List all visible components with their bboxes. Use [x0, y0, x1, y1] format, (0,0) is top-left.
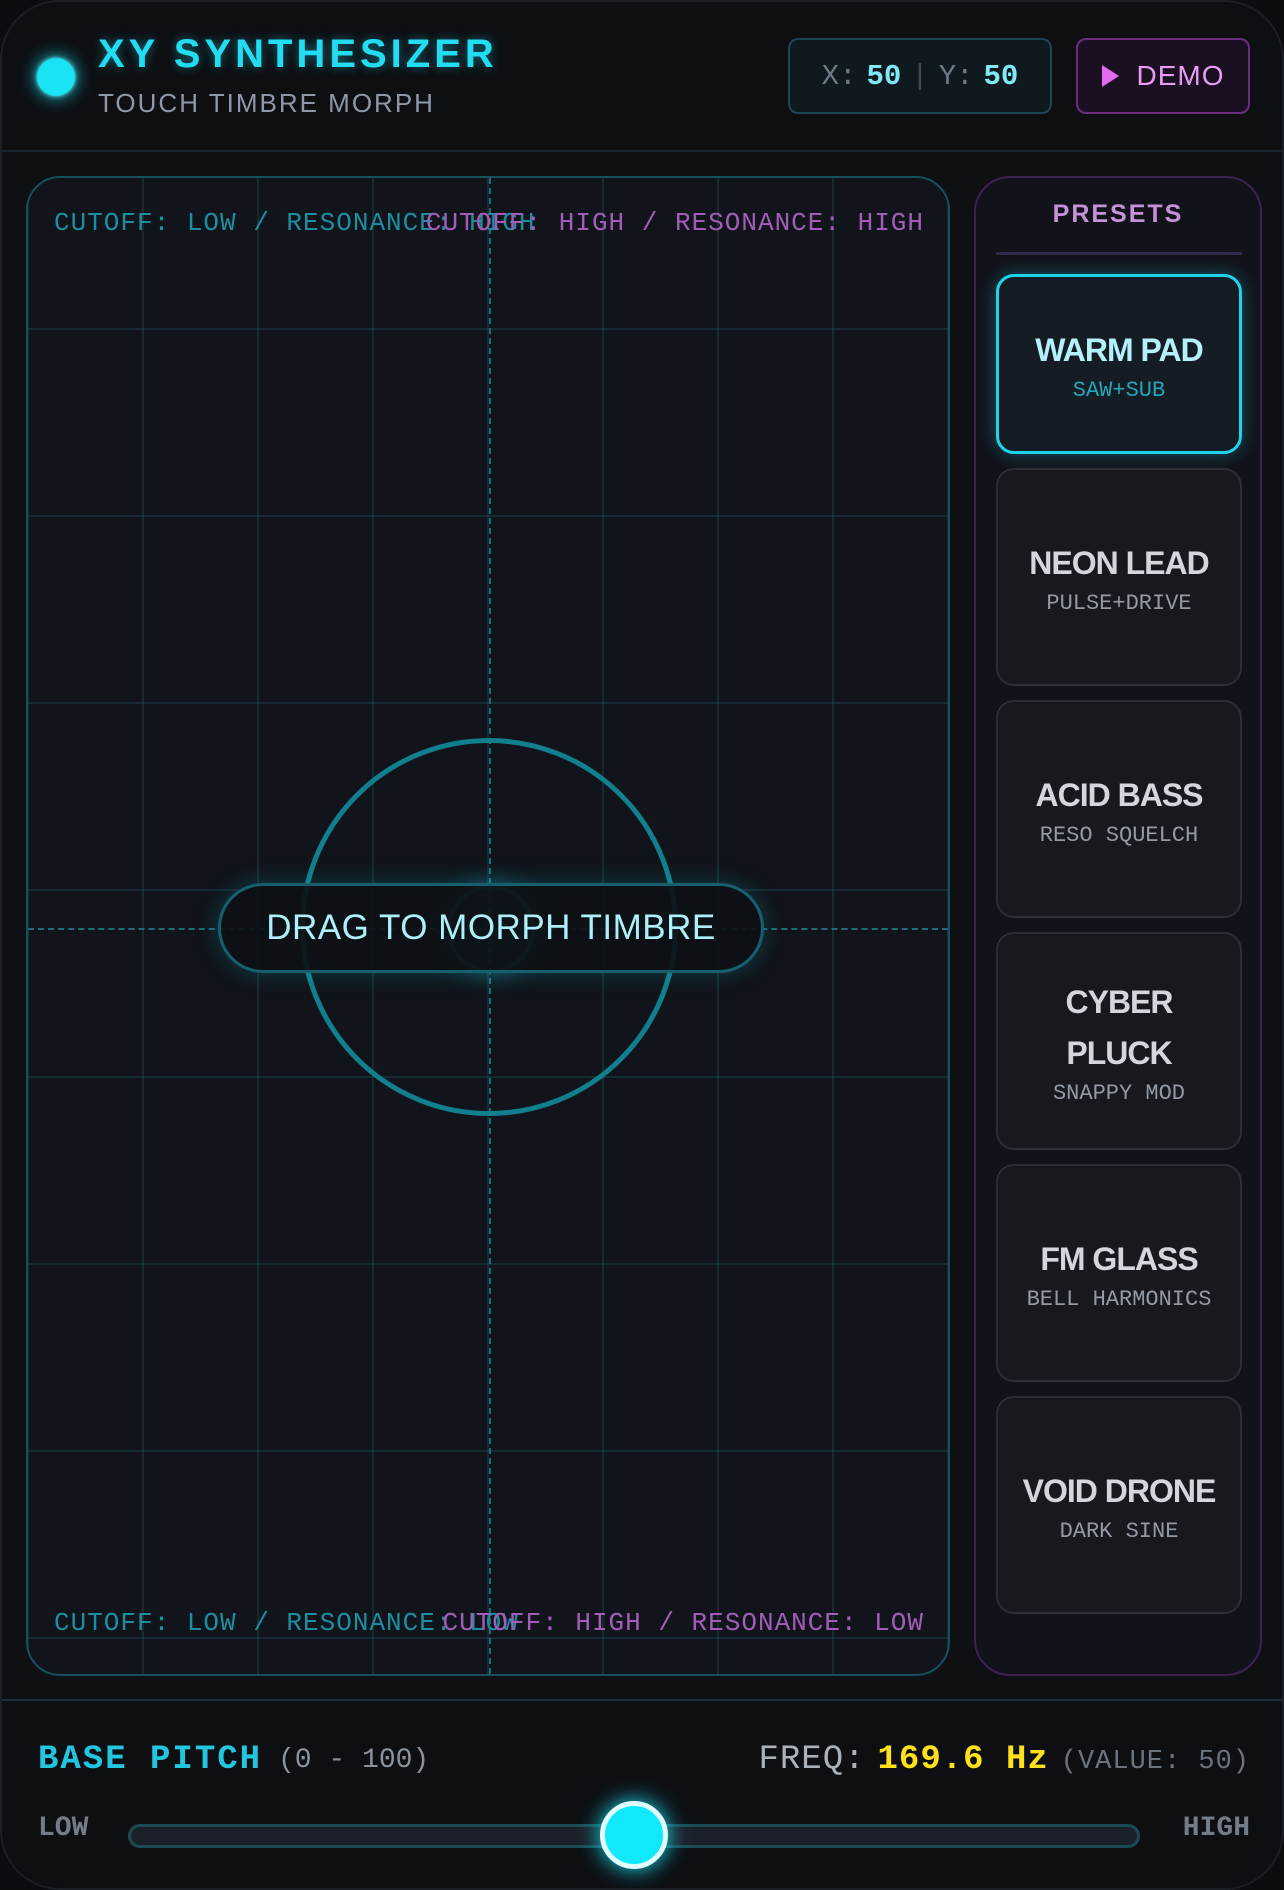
synth-app: XY SYNTHESIZER TOUCH TIMBRE MORPH X: 50 …: [0, 0, 1284, 1890]
presets-divider: [996, 252, 1242, 255]
preset-desc: SAW+SUB: [1072, 378, 1166, 403]
demo-label: DEMO: [1136, 60, 1225, 91]
preset-name: WARM PAD: [1035, 332, 1203, 368]
freq-value: 169.6 Hz: [877, 1741, 1049, 1779]
y-label: Y:: [938, 59, 974, 93]
base-pitch-label: BASE PITCH: [38, 1741, 263, 1779]
x-label: X:: [821, 59, 857, 93]
x-value: 50: [866, 59, 902, 93]
drag-hint-pill: DRAG TO MORPH TIMBRE: [218, 883, 764, 973]
presets-panel: PRESETS WARM PAD SAW+SUB NEON LEAD PULSE…: [974, 176, 1262, 1676]
pitch-control-bar: BASE PITCH (0 - 100) FREQ: 169.6 Hz (VAL…: [2, 1699, 1282, 1888]
preset-name: VOID DRONE: [1022, 1473, 1217, 1509]
preset-desc: RESO SQUELCH: [1039, 823, 1199, 848]
preset-name: ACID BASS: [1035, 777, 1203, 813]
status-indicator: [37, 58, 75, 96]
preset-void-drone[interactable]: VOID DRONE DARK SINE: [996, 1396, 1242, 1614]
freq-label: FREQ:: [758, 1741, 866, 1779]
preset-cyber-pluck[interactable]: CYBER PLUCK SNAPPY MOD: [996, 932, 1242, 1150]
presets-title: PRESETS: [1052, 200, 1184, 228]
corner-label-bottom-right: CUTOFF: HIGH / RESONANCE: LOW: [442, 1608, 924, 1638]
app-title: XY SYNTHESIZER: [98, 32, 498, 76]
pitch-slider-thumb[interactable]: [600, 1801, 668, 1869]
demo-button[interactable]: DEMO: [1076, 38, 1250, 114]
preset-warm-pad[interactable]: WARM PAD SAW+SUB: [996, 274, 1242, 454]
preset-desc: SNAPPY MOD: [1052, 1080, 1186, 1106]
preset-desc: BELL HARMONICS: [1026, 1287, 1212, 1312]
preset-neon-lead[interactable]: NEON LEAD PULSE+DRIVE: [996, 468, 1242, 686]
coord-separator: |: [911, 59, 929, 93]
slider-high-label: HIGH: [1182, 1813, 1250, 1844]
frequency-readout: FREQ: 169.6 Hz (VALUE: 50): [759, 1741, 1251, 1779]
app-subtitle: TOUCH TIMBRE MORPH: [98, 88, 435, 118]
preset-desc: PULSE+DRIVE: [1046, 591, 1192, 616]
corner-label-top-right: CUTOFF: HIGH / RESONANCE: HIGH: [425, 208, 924, 238]
pitch-range-label: (0 - 100): [278, 1745, 430, 1776]
app-header: XY SYNTHESIZER TOUCH TIMBRE MORPH X: 50 …: [2, 2, 1282, 152]
xy-touch-pad[interactable]: CUTOFF: LOW / RESONANCE: HIGH CUTOFF: HI…: [26, 176, 950, 1676]
xy-coordinate-readout: X: 50 | Y: 50: [788, 38, 1052, 114]
preset-name: CYBER PLUCK: [1065, 983, 1173, 1071]
preset-name: NEON LEAD: [1029, 545, 1209, 581]
raw-value: (VALUE: 50): [1060, 1747, 1250, 1777]
preset-fm-glass[interactable]: FM GLASS BELL HARMONICS: [996, 1164, 1242, 1382]
preset-desc: DARK SINE: [1059, 1519, 1179, 1544]
y-value: 50: [983, 59, 1019, 93]
play-icon: [1101, 65, 1119, 87]
slider-low-label: LOW: [38, 1813, 89, 1844]
preset-acid-bass[interactable]: ACID BASS RESO SQUELCH: [996, 700, 1242, 918]
preset-name: FM GLASS: [1040, 1241, 1198, 1277]
